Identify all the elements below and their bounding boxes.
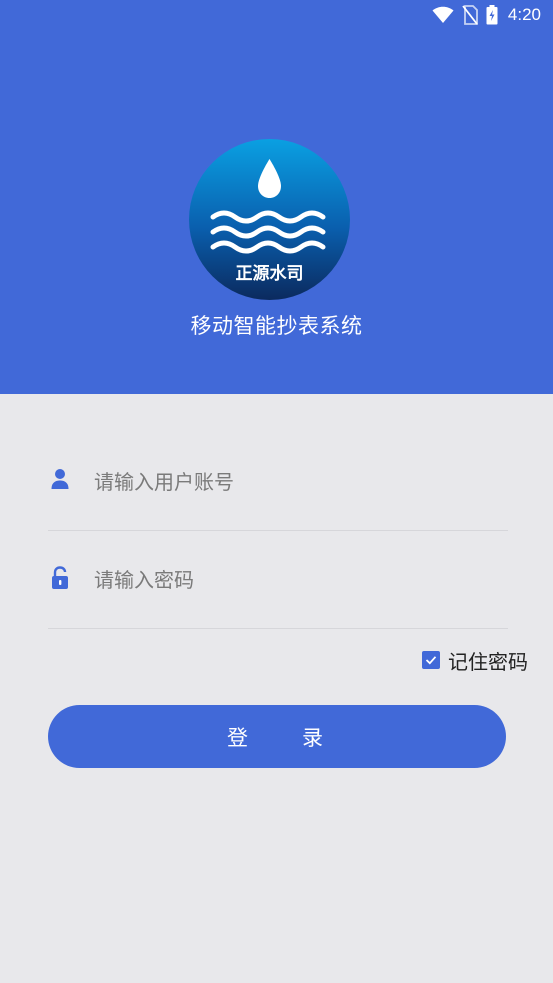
water-drop-waves-logo: 正源水司	[189, 139, 350, 300]
app-title: 移动智能抄表系统	[190, 314, 363, 338]
lock-icon	[52, 566, 68, 589]
checkbox-checked-icon[interactable]	[422, 651, 440, 669]
battery-charging-icon	[486, 5, 498, 25]
user-icon	[51, 469, 69, 489]
status-icons: 4:20	[432, 4, 541, 26]
password-field	[48, 530, 508, 629]
wifi-icon	[432, 6, 454, 23]
username-field	[48, 432, 508, 531]
password-input[interactable]	[92, 560, 496, 600]
logo-text: 正源水司	[236, 263, 304, 284]
no-sim-icon	[462, 5, 478, 25]
header-banner: 4:20 正源水司 移动智能抄表系统	[0, 0, 553, 394]
remember-password-option[interactable]: 记住密码	[422, 645, 528, 675]
login-button[interactable]: 登 录	[48, 705, 506, 768]
status-bar: 4:20	[0, 0, 553, 30]
remember-password-label: 记住密码	[448, 649, 528, 674]
status-time: 4:20	[507, 5, 541, 24]
username-input[interactable]	[92, 462, 496, 502]
